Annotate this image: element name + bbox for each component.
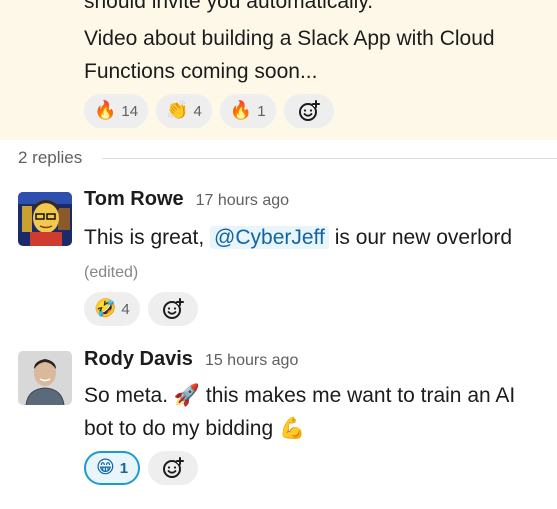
author-name[interactable]: Rody Davis (84, 348, 193, 371)
edited-label: (edited) (84, 264, 139, 281)
timestamp[interactable]: 15 hours ago (205, 352, 298, 370)
reaction-count: 4 (121, 300, 130, 318)
message-text-part: This is great, (84, 226, 211, 249)
reaction-count: 4 (193, 102, 202, 120)
avatar-cartoon-icon (18, 192, 72, 246)
avatar[interactable] (18, 351, 72, 405)
reaction-rofl[interactable]: 🤣 4 (84, 292, 140, 326)
avatar[interactable] (18, 192, 72, 246)
timestamp[interactable]: 17 hours ago (196, 192, 289, 210)
reply-reactions: 😁 1 (84, 451, 199, 485)
add-reaction-icon (162, 298, 184, 319)
reaction-grin[interactable]: 😁 1 (84, 451, 141, 485)
message-text-part: So meta. (84, 384, 174, 407)
author-name[interactable]: Tom Rowe (84, 188, 184, 211)
reaction-clap[interactable]: 👏 4 (156, 94, 212, 128)
reaction-fire[interactable]: 🔥 14 (84, 94, 149, 128)
add-reaction-button[interactable] (148, 451, 199, 485)
parent-message-cut-line: should invite you automatically. (84, 0, 374, 13)
parent-message: should invite you automatically. Video a… (0, 0, 557, 140)
reaction-count: 14 (121, 102, 139, 120)
clap-icon: 👏 (166, 100, 189, 121)
add-reaction-button[interactable] (147, 292, 198, 326)
rocket-icon: 🚀 (173, 383, 201, 407)
parent-message-text: Video about building a Slack App with Cl… (84, 27, 495, 83)
add-reaction-icon (298, 100, 320, 121)
message-text: This is great, @CyberJeff is our new ove… (84, 221, 544, 289)
message-header: Tom Rowe 17 hours ago (84, 188, 289, 211)
parent-reactions: 🔥 14 👏 4 🔥 1 (84, 94, 334, 128)
rofl-icon: 🤣 (94, 298, 117, 319)
user-mention[interactable]: @CyberJeff (210, 226, 329, 249)
reaction-count: 1 (257, 102, 266, 120)
fire-icon: 🔥 (94, 100, 117, 121)
reaction-count: 1 (119, 459, 129, 477)
flexed-biceps-icon: 💪 (278, 416, 306, 440)
fire-icon: 🔥 (229, 100, 253, 121)
reply-message: Rody Davis 15 hours ago So meta. 🚀 this … (0, 345, 557, 495)
replies-divider: 2 replies (18, 148, 557, 168)
replies-count: 2 replies (18, 148, 83, 167)
add-reaction-icon (163, 457, 185, 478)
add-reaction-button[interactable] (283, 94, 334, 128)
message-text-part: is our new overlord (328, 226, 513, 249)
avatar-photo-icon (18, 351, 72, 405)
grin-icon: 😁 (96, 457, 115, 478)
reply-reactions: 🤣 4 (84, 292, 198, 326)
message-header: Rody Davis 15 hours ago (84, 348, 298, 371)
message-text: So meta. 🚀 this makes me want to train a… (84, 379, 544, 445)
divider-line (102, 157, 557, 159)
reaction-fire-2[interactable]: 🔥 1 (219, 94, 276, 128)
reply-message: Tom Rowe 17 hours ago This is great, @Cy… (0, 186, 557, 336)
